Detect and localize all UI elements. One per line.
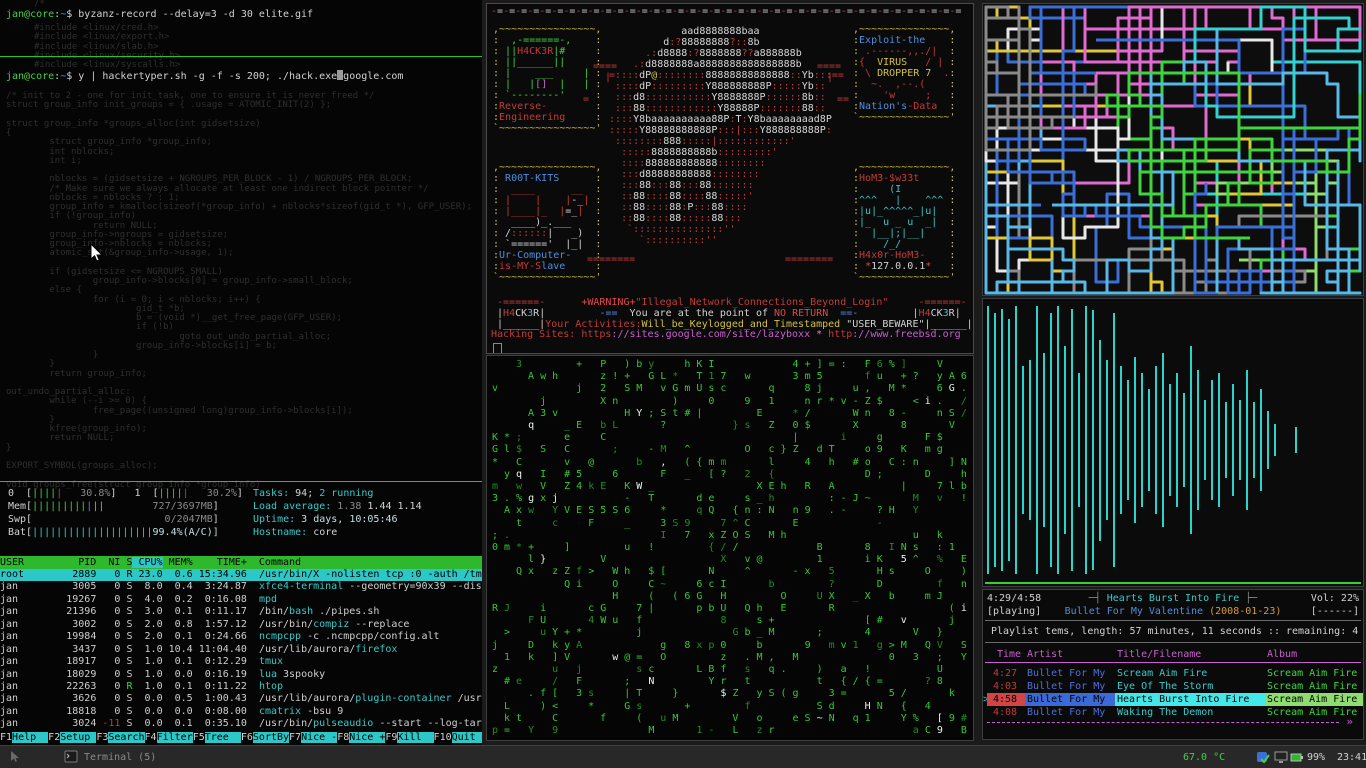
fkey-nice-[interactable]: F7Nice - xyxy=(289,732,337,743)
process-row[interactable]: jan 18818 0 S 0.0 0.0 0:08.00 cmatrix -b… xyxy=(0,706,482,718)
process-row[interactable]: jan 18917 0 S 1.0 0.1 0:12.29 tmux xyxy=(0,656,482,668)
process-row[interactable]: root 2889 0 R 23.0 0.6 15:34.96 /usr/bin… xyxy=(0,569,482,581)
art-box-home-sweet: ,~~~~~~~~~~~~~~~,:HoM3-$w33t :: (I ::^^^… xyxy=(853,162,955,283)
music-player-window[interactable]: 4:29/4:58 ─┤ Hearts Burst Into Fire ├─ V… xyxy=(982,589,1364,740)
clock: 23:41.23 xyxy=(1337,746,1366,768)
show-desktop-icon[interactable] xyxy=(8,746,22,768)
command-hackertyper: y | hackertyper.sh -g -f -s 200; ./hack.… xyxy=(78,71,337,82)
now-playing-artist-line: Bullet For My Valentine (2008-01-23) xyxy=(983,605,1363,618)
process-row[interactable]: jan 3002 0 S 2.0 0.8 1:57.12 /usr/bin/co… xyxy=(0,619,482,631)
now-playing-date: (2008-01-23) xyxy=(1209,606,1281,617)
pipes-maze xyxy=(983,4,1363,295)
fkey-nice-[interactable]: F8Nice + xyxy=(337,732,385,743)
fkey-kill[interactable]: F9Kill xyxy=(385,732,433,743)
fkey-search[interactable]: F3Search xyxy=(96,732,144,743)
art-box-reverse-engineering: ,~~~~~~~~~~~~~~~~,: ,-======-, :: ||H4CK… xyxy=(493,24,601,134)
warning-banner: -======- +WARNING+"Illegal_Network_Conne… xyxy=(491,298,973,341)
art-terminal-cursor xyxy=(493,343,502,354)
process-row[interactable]: jan 18029 0 S 1.0 0.0 0:16.19 lua 3spook… xyxy=(0,669,482,681)
audio-visualizer-window[interactable] xyxy=(982,298,1364,587)
cpu-temperature: 67.0 °C xyxy=(1183,746,1225,768)
process-row[interactable]: jan 3437 0 S 1.0 10.4 11:04.40 /usr/lib/… xyxy=(0,644,482,656)
art-box-virus-dropper: ,~~~~~~~~~~~~~~~,:Exploit-the :: .------… xyxy=(853,24,955,123)
process-row[interactable]: jan 3626 0 S 0.0 0.5 1:00.43 /usr/lib/au… xyxy=(0,693,482,705)
command-byzanz: byzanz-record --delay=3 -d 30 elite.gif xyxy=(78,9,313,20)
playlist-row[interactable]: >4:58Bullet For MyHearts Burst Into Fire… xyxy=(983,693,1363,706)
process-row[interactable]: jan 22263 0 R 1.0 0.1 0:11.22 htop xyxy=(0,681,482,693)
divider-magenta xyxy=(985,662,1361,663)
process-row[interactable]: jan 19267 0 S 4.0 0.2 0:16.08 mpd xyxy=(0,594,482,606)
htop-function-key-bar: F1Help F2Setup F3SearchF4FilterF5Tree F6… xyxy=(0,731,482,744)
shell-prompt-2: jan@core:~$ y | hackertyper.sh -g -f -s … xyxy=(6,70,403,83)
taskbar: Terminal (5) 67.0 °C 99% 23:41.23 xyxy=(0,745,1366,768)
updates-tray-icon[interactable] xyxy=(1256,746,1270,768)
tmux-pane-separator xyxy=(0,56,482,57)
divider xyxy=(985,620,1361,621)
process-row[interactable]: jan 3024 -11 S 0.0 0.1 0:35.10 /usr/bin/… xyxy=(0,718,482,730)
volume-indicator: Vol: 22% xyxy=(1311,592,1359,605)
now-playing-title: Hearts Burst Into Fire xyxy=(1107,593,1239,604)
now-playing-title-line: ─┤ Hearts Burst Into Fire ├─ xyxy=(983,592,1363,605)
now-playing-artist: Bullet For My Valentine xyxy=(1065,606,1203,617)
display-tray-icon[interactable] xyxy=(1274,746,1288,768)
battery-percentage: 99% xyxy=(1307,746,1325,768)
art-dashed-border: -=-=-=-=-=-=-=-=-=-=-=-=-=-=-=-=-=-=-=-=… xyxy=(491,6,961,17)
process-row[interactable]: jan 21396 0 S 3.0 0.1 0:11.17 /bin/bash … xyxy=(0,606,482,618)
pipes-window[interactable] xyxy=(982,3,1364,296)
terminal-icon xyxy=(64,746,78,768)
fkey-sortby[interactable]: F6SortBy xyxy=(241,732,289,743)
divider xyxy=(985,642,1361,643)
playlist-row[interactable]: 4:27Bullet For MyScream Aim FireScream A… xyxy=(983,667,1363,680)
hacker-art-window[interactable]: -=-=-=-=-=-=-=-=-=-=-=-=-=-=-=-=-=-=-=-=… xyxy=(486,3,974,354)
htop-column-header[interactable]: USER PID NI S CPU% MEM% TIME+ Command xyxy=(0,556,482,569)
progress-bar[interactable]: [------] xyxy=(1311,605,1359,618)
taskbar-window-button[interactable]: Terminal (5) xyxy=(84,746,156,768)
ghost-code-kernel: /* init to 2 - one for init_task, one to… xyxy=(6,92,472,490)
battery-tray-icon[interactable] xyxy=(1290,746,1304,768)
shell-prompt-1: jan@core:~$ byzanz-record --delay=3 -d 3… xyxy=(6,8,313,21)
ascii-skull: aad8888888baa d:?88888888?::8b .:d8888:?… xyxy=(603,26,844,246)
cmatrix-window[interactable]: 3 + P )by hKI 4+]=: F6%] V Awh z!+ GL* T… xyxy=(486,355,974,741)
visualizer-baseline xyxy=(985,582,1361,584)
process-row[interactable]: jan 3005 0 S 8.0 0.4 3:24.87 xfce4-termi… xyxy=(0,581,482,593)
mouse-cursor xyxy=(90,243,104,267)
ghost-code-includes: #include <linux/cred.h> #include <linux/… xyxy=(34,24,180,70)
fkey-quit[interactable]: F10Quit xyxy=(434,732,482,743)
playlist-scroll-indicator: » xyxy=(987,722,1339,723)
fkey-tree[interactable]: F5Tree xyxy=(193,732,241,743)
playlist-status: Playlist tems, length: 57 minutes, 11 se… xyxy=(991,625,1358,638)
htop-process-list: root 2889 0 R 23.0 0.6 15:34.96 /usr/bin… xyxy=(0,569,482,731)
htop-meters: 0 [||||| 30.8%] 1 [||||| 30.2%]Mem[|||||… xyxy=(8,487,243,539)
tmux-pane-separator-2 xyxy=(0,481,482,482)
art-box-rootkits: ,~~~~~~~~~~~~~~~~,: R00T-KITS :: ____ __… xyxy=(493,162,601,283)
desktop: /* jan@core:~$ byzanz-record --delay=3 -… xyxy=(0,0,1366,768)
fkey-help[interactable]: F1Help xyxy=(0,732,48,743)
playlist-row[interactable]: 4:08Bullet For MyWaking The DemonScream … xyxy=(983,706,1363,719)
htop-summary: Tasks: 94; 2 runningLoad average: 1.38 1… xyxy=(253,487,422,539)
terminal-left-window[interactable]: /* jan@core:~$ byzanz-record --delay=3 -… xyxy=(0,0,482,745)
process-row[interactable]: jan 19984 0 S 2.0 0.1 0:24.66 ncmpcpp -c… xyxy=(0,631,482,643)
fkey-filter[interactable]: F4Filter xyxy=(145,732,193,743)
fkey-setup[interactable]: F2Setup xyxy=(48,732,96,743)
playlist-row[interactable]: 4:03Bullet For MyEye Of The StormScream … xyxy=(983,680,1363,693)
